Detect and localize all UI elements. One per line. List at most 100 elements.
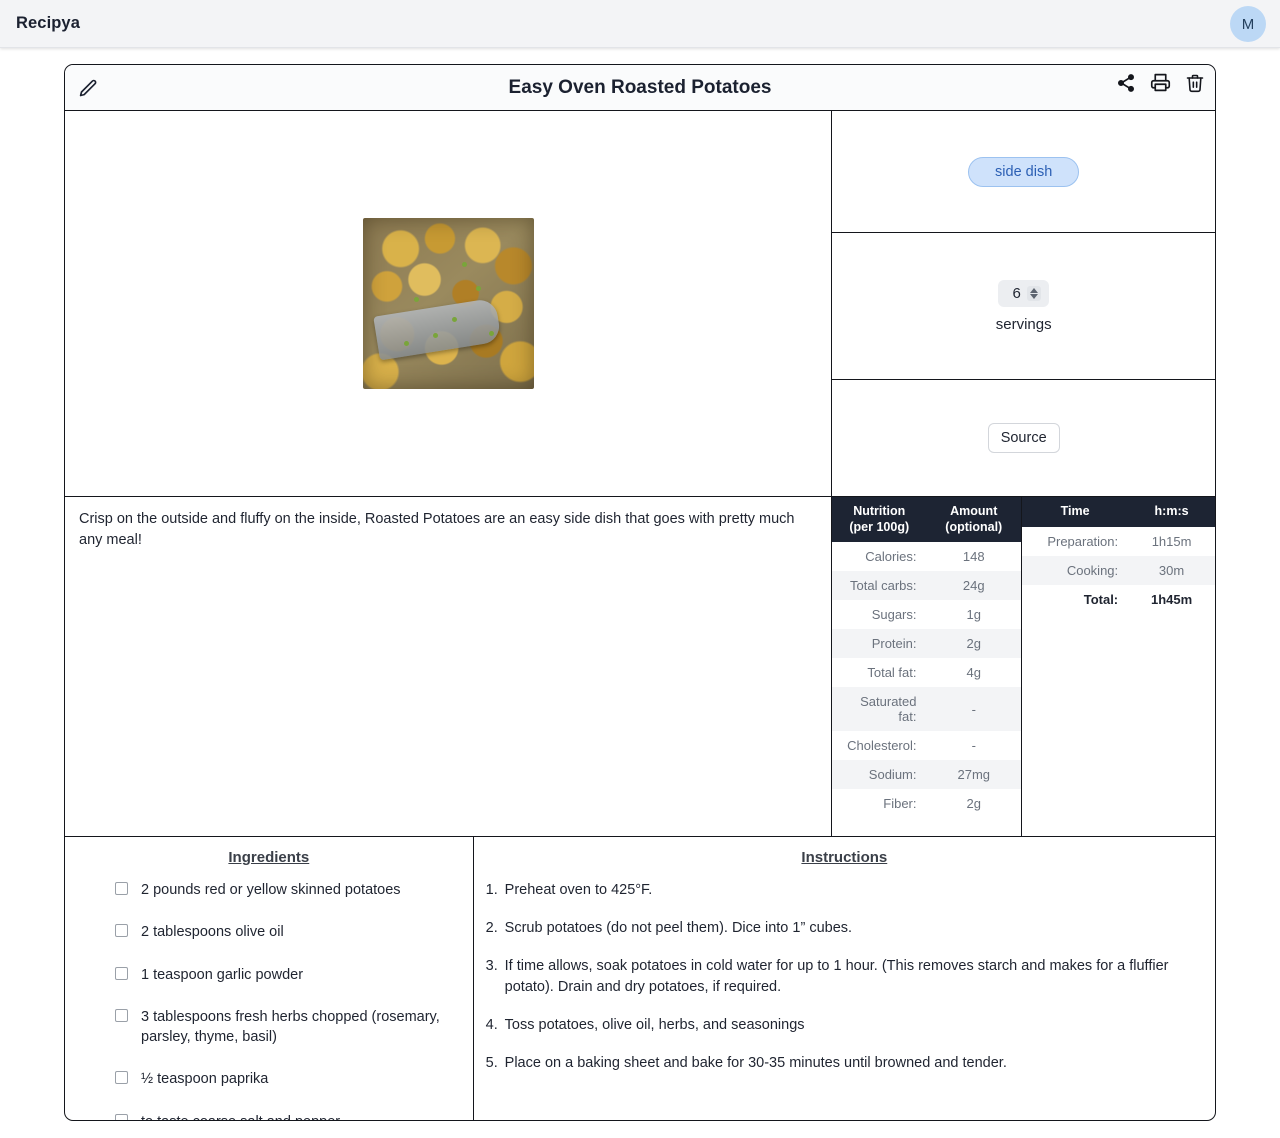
instruction-number: 3. <box>485 958 498 975</box>
time-value: 1h45m <box>1150 591 1193 607</box>
list-item: ½ teaspoon paprika <box>75 1069 463 1089</box>
nutrition-label: Total carbs: <box>850 578 917 594</box>
list-item: 2 tablespoons olive oil <box>75 922 463 942</box>
time-table: Time h:m:s Preparation: 1h15m Cooking: 30m… <box>1022 497 1215 614</box>
recipe-meta-pane: side dish 6 servings Source <box>832 111 1215 496</box>
nutrition-header-right: Amount (optional) <box>926 497 1021 543</box>
table-row-total: Total: 1h45m <box>1022 585 1215 614</box>
print-icon[interactable] <box>1150 72 1171 93</box>
instruction-number: 2. <box>485 920 498 937</box>
nutrition-label: Sugars: <box>871 607 917 623</box>
avatar-initial: M <box>1241 15 1255 33</box>
recipe-bottom-row: Ingredients 2 pounds red or yellow skinn… <box>65 836 1215 1120</box>
app-brand[interactable]: Recipya <box>16 14 80 33</box>
table-row: Cooking: 30m <box>1022 555 1215 585</box>
page-title: Easy Oven Roasted Potatoes <box>508 76 772 98</box>
table-row: Total fat: 4g <box>832 658 1021 687</box>
ingredient-checkbox[interactable] <box>115 1113 128 1120</box>
time-value: 1h15m <box>1151 533 1192 549</box>
nutrition-label: Saturated fat: <box>860 694 917 725</box>
nutrition-header-right-line2: (optional) <box>945 519 1003 534</box>
recipe-actions <box>1116 72 1205 93</box>
list-item: 3 tablespoons fresh herbs chopped (rosem… <box>75 1007 463 1048</box>
ingredient-checkbox[interactable] <box>115 882 128 895</box>
recipe-tables-pane: Nutrition (per 100g) Amount (optional) C… <box>832 497 1215 836</box>
instructions-pane: Instructions 1. Preheat oven to 425°F. 2… <box>474 837 1215 1120</box>
source-button[interactable]: Source <box>987 423 1060 453</box>
recipe-description[interactable]: Crisp on the outside and fluffy on the i… <box>65 497 832 836</box>
nutrition-value: 1g <box>966 607 981 623</box>
spinner-arrows-icon[interactable] <box>1026 285 1041 301</box>
list-item: 1. Preheat oven to 425°F. <box>486 880 1203 901</box>
list-item: to taste coarse salt and pepper <box>75 1112 463 1120</box>
instruction-text: Toss potatoes, olive oil, herbs, and sea… <box>504 1017 805 1034</box>
instruction-text: If time allows, soak potatoes in cold wa… <box>504 958 1169 996</box>
ingredient-checkbox[interactable] <box>115 924 128 938</box>
nutrition-table-wrap: Nutrition (per 100g) Amount (optional) C… <box>832 497 1022 836</box>
list-item: 1 teaspoon garlic powder <box>75 965 463 985</box>
category-badge[interactable]: side dish <box>968 156 1080 187</box>
table-row: Total carbs: 24g <box>832 571 1021 601</box>
nutrition-value: 2g <box>966 796 981 812</box>
table-row: Preparation: 1h15m <box>1022 527 1215 556</box>
ingredient-label: 1 teaspoon garlic powder <box>141 966 304 983</box>
instruction-text: Scrub potatoes (do not peel them). Dice … <box>504 920 853 937</box>
nutrition-label: Calories: <box>865 549 917 565</box>
ingredient-checkbox[interactable] <box>115 1071 128 1085</box>
instruction-number: 4. <box>485 1017 498 1034</box>
list-item: 4. Toss potatoes, olive oil, herbs, and … <box>486 1015 1203 1036</box>
time-header-right: h:m:s <box>1128 497 1215 527</box>
ingredient-label: 2 pounds red or yellow skinned potatoes <box>141 882 401 898</box>
nutrition-header-left-line2: (per 100g) <box>849 519 910 534</box>
instruction-text: Place on a baking sheet and bake for 30-… <box>504 1055 1007 1072</box>
table-row: Protein: 2g <box>832 629 1021 659</box>
table-row: Saturated fat: - <box>832 687 1021 732</box>
instructions-title: Instructions <box>801 849 888 866</box>
recipe-middle-row: Crisp on the outside and fluffy on the i… <box>65 496 1215 836</box>
instruction-number: 1. <box>485 882 498 898</box>
category-cell: side dish <box>832 111 1215 233</box>
ingredient-checkbox[interactable] <box>115 1008 128 1022</box>
time-label: Cooking: <box>1066 562 1119 578</box>
time-label: Total: <box>1083 591 1119 607</box>
spatula-shape <box>373 297 503 361</box>
nutrition-label: Protein: <box>871 636 917 652</box>
table-row: Calories: 148 <box>832 542 1021 571</box>
nutrition-value: 2g <box>966 636 981 652</box>
nutrition-header-row: Nutrition (per 100g) Amount (optional) <box>832 497 1021 543</box>
instruction-text: Preheat oven to 425°F. <box>504 882 653 898</box>
nutrition-label: Total fat: <box>867 665 917 681</box>
time-table-wrap: Time h:m:s Preparation: 1h15m Cooking: 30m… <box>1022 497 1215 836</box>
table-row: Cholesterol: - <box>832 731 1021 760</box>
recipe-image[interactable] <box>362 218 534 389</box>
top-navbar: Recipya M <box>0 0 1280 48</box>
nutrition-header-right-line1: Amount <box>950 504 998 518</box>
nutrition-value: 24g <box>962 578 985 594</box>
avatar[interactable]: M <box>1230 6 1266 42</box>
pencil-icon[interactable] <box>73 73 103 103</box>
recipe-top-row: side dish 6 servings Source <box>65 111 1215 496</box>
ingredient-checkbox[interactable] <box>115 966 128 980</box>
nutrition-value: 27mg <box>957 767 991 783</box>
nutrition-body: Calories: 148 Total carbs: 24g Sugars: 1g P… <box>832 542 1021 818</box>
nutrition-label: Sodium: <box>868 767 917 783</box>
list-item: 3. If time allows, soak potatoes in cold… <box>486 956 1203 998</box>
list-item: 2 pounds red or yellow skinned potatoes <box>75 880 463 900</box>
time-label: Preparation: <box>1047 533 1119 549</box>
servings-stepper[interactable]: 6 <box>998 279 1049 307</box>
nutrition-value: - <box>971 701 976 717</box>
time-header-left: Time <box>1022 497 1129 527</box>
ingredient-label: 2 tablespoons olive oil <box>141 924 284 941</box>
nutrition-value: - <box>971 738 976 754</box>
servings-value[interactable]: 6 <box>1012 285 1020 302</box>
ingredient-label: 3 tablespoons fresh herbs chopped (rosem… <box>141 1008 440 1046</box>
nutrition-value: 4g <box>966 665 981 681</box>
instruction-number: 5. <box>485 1055 498 1072</box>
recipe-card: Easy Oven Roasted Potatoes side dish 6 s… <box>64 64 1216 1121</box>
servings-cell: 6 servings <box>832 233 1215 380</box>
recipe-image-pane <box>65 111 833 496</box>
ingredients-pane: Ingredients 2 pounds red or yellow skinn… <box>65 837 474 1120</box>
share-icon[interactable] <box>1116 73 1136 93</box>
time-body: Preparation: 1h15m Cooking: 30m Total: 1h45… <box>1022 527 1215 614</box>
delete-icon[interactable] <box>1185 73 1205 93</box>
